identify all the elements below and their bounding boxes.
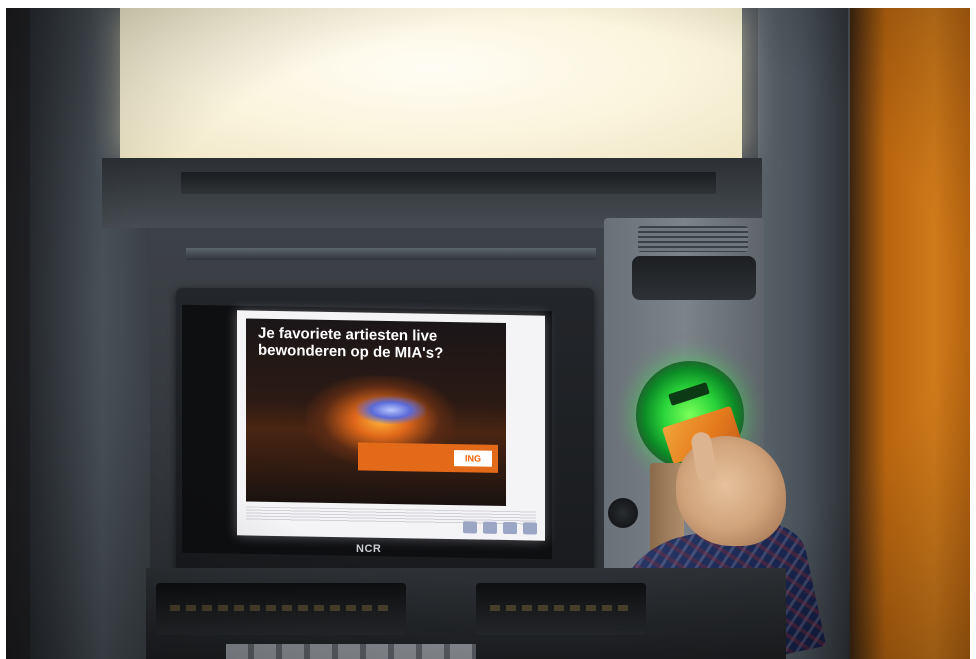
ncr-logo: NCR — [356, 543, 382, 555]
keypad-keys — [226, 644, 476, 659]
partner-logo — [463, 521, 477, 534]
partner-logos — [447, 521, 537, 535]
advertisement-panel: Je favoriete artiesten live bewonderen o… — [246, 318, 506, 507]
ing-logo: ING — [454, 450, 492, 467]
top-slot — [181, 172, 716, 194]
promo-box: ING — [358, 442, 498, 473]
round-button[interactable] — [608, 498, 638, 528]
cash-slot-left — [156, 583, 406, 635]
orange-wall — [850, 8, 970, 659]
partner-logo — [483, 521, 497, 534]
slot-lights — [490, 605, 632, 611]
slot-lights — [170, 605, 392, 611]
top-lit-display — [120, 8, 742, 158]
stage-lights-image — [356, 395, 426, 425]
partner-logo — [503, 521, 517, 535]
ad-headline: Je favoriete artiesten live bewonderen o… — [258, 324, 444, 362]
partner-logo — [523, 522, 537, 535]
receipt-slot — [632, 256, 756, 300]
speaker-grille — [638, 226, 748, 252]
atm-photo: Je favoriete artiesten live bewonderen o… — [6, 8, 970, 659]
atm-screen: Je favoriete artiesten live bewonderen o… — [237, 310, 545, 541]
cash-slot-right — [476, 583, 646, 635]
shelf-ledge — [186, 248, 596, 260]
